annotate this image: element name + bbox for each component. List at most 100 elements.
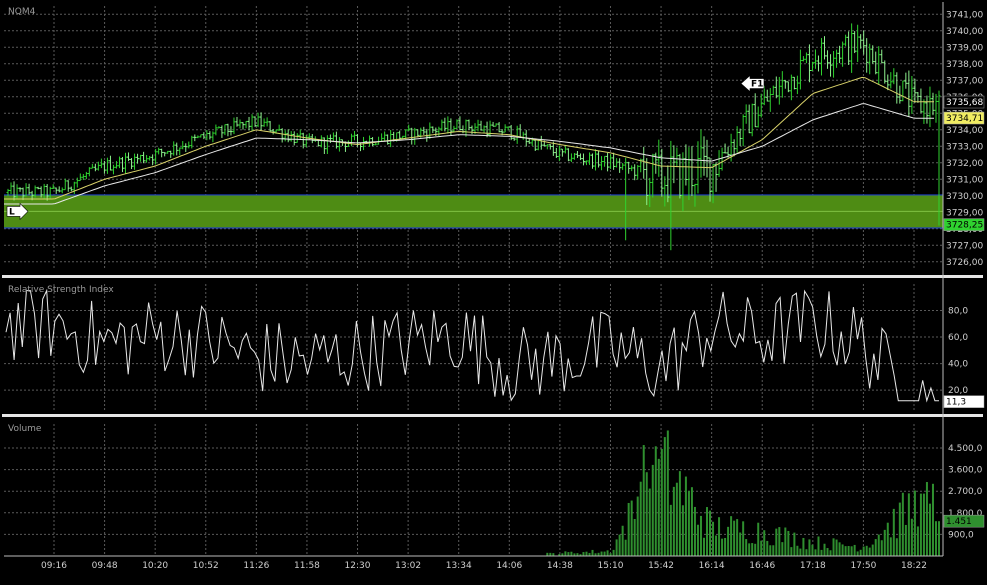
- volume-pane-title: Volume: [8, 424, 42, 434]
- price-tick-label: 3729,00: [946, 208, 983, 218]
- volume-bar: [808, 539, 811, 556]
- price-zone: [4, 194, 943, 229]
- price-tick-label: 3737,00: [946, 76, 983, 86]
- volume-bar: [823, 543, 826, 556]
- pane-separator: [2, 414, 983, 417]
- volume-bar: [853, 544, 856, 556]
- volume-bar: [928, 503, 931, 556]
- volume-bar: [766, 540, 769, 556]
- volume-bar: [862, 546, 865, 556]
- volume-bar: [642, 445, 645, 556]
- rsi-last-tag: 11,3: [946, 398, 966, 408]
- volume-bar: [889, 537, 892, 556]
- volume-tick-label: 2.700,0: [948, 487, 983, 497]
- ma-fast-line: [4, 76, 934, 200]
- volume-bar: [796, 545, 799, 556]
- volume-bar: [675, 482, 678, 556]
- volume-bar: [672, 486, 675, 556]
- volume-bar: [657, 458, 660, 556]
- volume-bar: [895, 538, 898, 556]
- volume-bar: [754, 543, 757, 556]
- volume-bar: [760, 540, 763, 556]
- time-tick-label: 14:38: [547, 561, 573, 571]
- volume-bar: [868, 547, 871, 556]
- volume-bar: [684, 476, 687, 556]
- price-tick-label: 3727,00: [946, 241, 983, 251]
- volume-bar: [757, 522, 760, 556]
- volume-bar: [582, 552, 585, 556]
- volume-bar: [564, 551, 567, 556]
- volume-bar: [847, 546, 850, 556]
- price-tick-label: 3738,00: [946, 60, 983, 70]
- rsi-path: [5, 288, 939, 403]
- volume-bar: [793, 532, 796, 556]
- instrument-label: NQM4: [8, 7, 36, 17]
- time-tick-label: 10:52: [193, 561, 219, 571]
- volume-bar: [916, 526, 919, 556]
- volume-bar: [681, 505, 684, 556]
- rsi-tick-label: 40,0: [948, 360, 968, 370]
- time-tick-label: 11:58: [294, 561, 320, 571]
- grid-lines: [4, 6, 943, 556]
- rsi-tick-label: 80,0: [948, 307, 968, 317]
- time-tick-label: 17:18: [800, 561, 826, 571]
- time-tick-label: 13:02: [395, 561, 421, 571]
- time-tick-label: 15:10: [598, 561, 624, 571]
- volume-bar: [627, 502, 630, 556]
- volume-bar: [832, 538, 835, 556]
- volume-bar: [645, 472, 648, 556]
- volume-bar: [883, 529, 886, 556]
- time-tick-label: 09:48: [92, 561, 118, 571]
- volume-bar: [790, 547, 793, 556]
- time-tick-label: 17:50: [850, 561, 876, 571]
- volume-bar: [663, 437, 666, 556]
- volume-bar: [874, 539, 877, 556]
- volume-bar: [636, 496, 639, 556]
- time-tick-label: 16:14: [699, 561, 725, 571]
- volume-last-tag: 1.451: [946, 517, 972, 527]
- volume-bar: [727, 526, 730, 556]
- axes: 3741,003740,003739,003738,003737,003736,…: [2, 2, 983, 571]
- volume-bar: [931, 483, 934, 556]
- volume-bar: [925, 482, 928, 556]
- volume-bar: [591, 549, 594, 556]
- volume-bar: [820, 549, 823, 556]
- volume-bar: [612, 549, 615, 556]
- price-tick-label: 3730,00: [946, 192, 983, 202]
- price-tick-label: 3732,00: [946, 159, 983, 169]
- volume-bar: [624, 539, 627, 556]
- volume-tick-label: 900,0: [948, 530, 974, 540]
- volume-bar: [763, 530, 766, 556]
- trading-chart[interactable]: 3741,003740,003739,003738,003737,003736,…: [0, 0, 987, 585]
- volume-bar: [901, 492, 904, 556]
- time-tick-label: 12:30: [345, 561, 371, 571]
- price-tick-label: 3739,00: [946, 43, 983, 53]
- volume-bar: [709, 510, 712, 556]
- volume-bar: [769, 545, 772, 556]
- volume-bar: [570, 551, 573, 556]
- volume-bar: [718, 517, 721, 556]
- volume-bar: [799, 548, 802, 556]
- volume-bar: [621, 525, 624, 556]
- time-tick-label: 10:20: [142, 561, 168, 571]
- volume-bar: [772, 545, 775, 556]
- volume-bar: [639, 481, 642, 556]
- rsi-tick-label: 20,0: [948, 386, 968, 396]
- volume-bar: [910, 518, 913, 556]
- volume-bar: [696, 524, 699, 556]
- price-tick-label: 3733,00: [946, 142, 983, 152]
- volume-bar: [922, 493, 925, 556]
- volume-bar: [844, 546, 847, 556]
- volume-bar: [745, 539, 748, 556]
- volume-bar: [615, 539, 618, 556]
- volume-bar: [938, 521, 940, 556]
- volume-bar: [742, 521, 745, 556]
- volume-tick-label: 4.500,0: [948, 444, 983, 454]
- volume-bar: [871, 544, 874, 556]
- volume-bar: [934, 521, 937, 556]
- volume-bar: [751, 543, 754, 556]
- ma-fast-value-tag: 3735,68: [946, 98, 983, 108]
- volume-bar: [784, 527, 787, 556]
- volume-bar: [880, 540, 883, 556]
- volume-bar: [651, 464, 654, 556]
